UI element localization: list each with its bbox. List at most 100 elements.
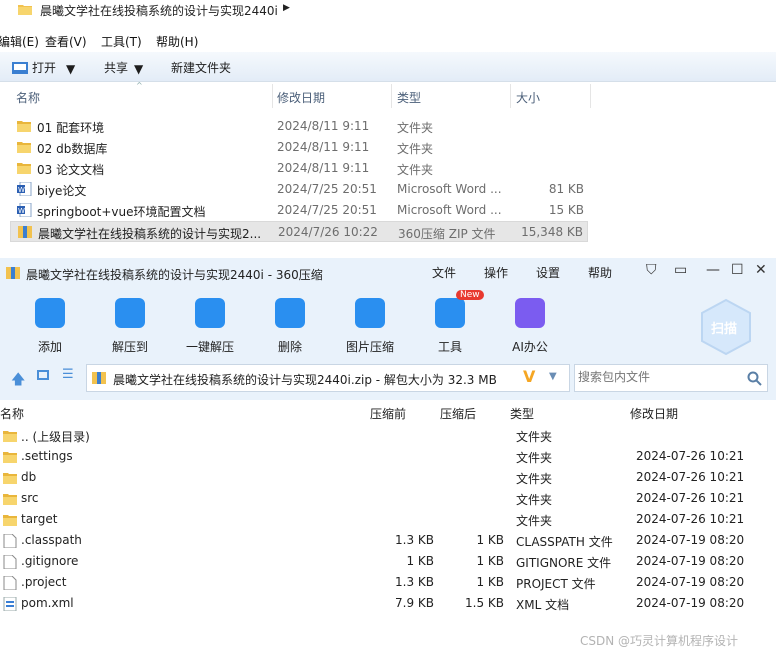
- zip-column-before[interactable]: 压缩前: [370, 405, 406, 422]
- column-date[interactable]: 修改日期: [277, 89, 325, 106]
- zip-entry-row[interactable]: src 文件夹 2024-07-26 10:21: [0, 488, 776, 509]
- entry-type: 文件夹: [516, 430, 553, 444]
- file-date: 2024/7/25 20:51: [277, 203, 377, 217]
- entry-type: GITIGNORE 文件: [516, 556, 612, 570]
- zip-entry-row[interactable]: .settings 文件夹 2024-07-26 10:21: [0, 446, 776, 467]
- file-name: 03 论文文档: [37, 163, 105, 177]
- entry-name: .project: [21, 575, 67, 589]
- add-icon: [35, 298, 65, 328]
- tool-button[interactable]: AI办公: [495, 298, 565, 355]
- tool-label: 一键解压: [185, 340, 234, 354]
- menu-tools[interactable]: 工具(T): [101, 33, 142, 50]
- explorer-toolbar: 打开 ▼ 共享 ▼ 新建文件夹: [0, 52, 776, 82]
- folder-icon: [3, 431, 17, 442]
- menu-edit[interactable]: 编辑(E): [0, 33, 39, 50]
- skin-icon[interactable]: ⛉: [646, 262, 657, 278]
- open-icon: [12, 62, 28, 74]
- up-arrow-icon[interactable]: 🡅: [11, 369, 25, 393]
- entry-type: 文件夹: [516, 514, 553, 528]
- open-button[interactable]: 打开: [32, 59, 56, 76]
- maximize-icon[interactable]: ☐: [731, 262, 744, 278]
- file-row[interactable]: Wbiye论文 2024/7/25 20:51 Microsoft Word ...…: [10, 179, 588, 200]
- file-date: 2024/7/25 20:51: [277, 182, 377, 196]
- file-row[interactable]: Wspringboot+vue环境配置文档 2024/7/25 20:51 Micr…: [10, 200, 588, 221]
- extract-to-icon: [115, 298, 145, 328]
- share-dropdown-icon[interactable]: ▼: [134, 62, 143, 76]
- zip-entry-row[interactable]: .. (上级目录) 文件夹: [0, 425, 776, 446]
- file-name: 01 配套环境: [37, 121, 105, 135]
- file-icon: [3, 555, 17, 569]
- archive-search-box[interactable]: [574, 364, 768, 392]
- xml-file-icon: [3, 597, 17, 611]
- thumbnail-view-icon[interactable]: [37, 370, 49, 380]
- zip-entry-row[interactable]: .project 1.3 KB 1 KB PROJECT 文件 2024-07-19 0…: [0, 572, 776, 593]
- tool-button[interactable]: 图片压缩: [335, 298, 405, 355]
- file-row[interactable]: 晨曦文学社在线投稿系统的设计与实现2... 2024/7/26 10:22 360压…: [10, 221, 588, 242]
- entry-size-after: 1 KB: [476, 575, 504, 589]
- feedback-icon[interactable]: ▭: [674, 262, 687, 278]
- breadcrumb-chevron-icon[interactable]: ▶: [283, 3, 290, 13]
- folder-icon: [3, 494, 17, 505]
- zip-column-name[interactable]: 名称: [0, 405, 24, 422]
- file-name: biye论文: [37, 184, 87, 198]
- archive-path-field[interactable]: 晨曦文学社在线投稿系统的设计与实现2440i.zip - 解包大小为 32.3 …: [86, 364, 570, 392]
- entry-name: pom.xml: [21, 596, 74, 610]
- folder-icon: [17, 142, 31, 153]
- tool-button[interactable]: 解压到: [95, 298, 165, 355]
- entry-size-after: 1 KB: [476, 554, 504, 568]
- tool-button[interactable]: New 工具: [415, 290, 485, 355]
- zip-column-after[interactable]: 压缩后: [440, 405, 476, 422]
- zip-menu-settings[interactable]: 设置: [536, 264, 560, 281]
- zip-entry-row[interactable]: target 文件夹 2024-07-26 10:21: [0, 509, 776, 530]
- column-size[interactable]: 大小: [516, 89, 540, 106]
- entry-date: 2024-07-19 08:20: [636, 596, 745, 610]
- entry-size-before: 1.3 KB: [395, 533, 434, 547]
- zip-entry-row[interactable]: .gitignore 1 KB 1 KB GITIGNORE 文件 2024-07-19…: [0, 551, 776, 572]
- tool-label: 工具: [437, 340, 462, 354]
- open-dropdown-icon[interactable]: ▼: [66, 62, 75, 76]
- entry-date: 2024-07-26 10:21: [636, 491, 745, 505]
- entry-type: CLASSPATH 文件: [516, 535, 613, 549]
- close-icon[interactable]: ✕: [755, 262, 767, 278]
- tool-button[interactable]: 添加: [15, 298, 85, 355]
- file-name: 02 db数据库: [37, 142, 108, 156]
- file-date: 2024/8/11 9:11: [277, 161, 370, 175]
- entry-name: .classpath: [21, 533, 82, 547]
- zip-entry-row[interactable]: pom.xml 7.9 KB 1.5 KB XML 文档 2024-07-19 08:2…: [0, 593, 776, 614]
- breadcrumb[interactable]: 晨曦文学社在线投稿系统的设计与实现2440i: [40, 2, 278, 19]
- zip-column-type[interactable]: 类型: [510, 405, 534, 422]
- tool-button[interactable]: 删除: [255, 298, 325, 355]
- menu-view[interactable]: 查看(V): [45, 33, 87, 50]
- entry-type: 文件夹: [516, 472, 553, 486]
- folder-icon: [3, 452, 17, 463]
- v-badge-icon[interactable]: V: [523, 367, 535, 386]
- tool-button[interactable]: 一键解压: [175, 298, 245, 355]
- search-icon[interactable]: [747, 371, 762, 386]
- archive-search-input[interactable]: [578, 370, 738, 384]
- file-row[interactable]: 03 论文文档 2024/8/11 9:11 文件夹: [10, 158, 588, 179]
- entry-type: PROJECT 文件: [516, 577, 596, 591]
- column-type[interactable]: 类型: [397, 89, 421, 106]
- column-name[interactable]: 名称: [16, 89, 40, 106]
- zip-menu-action[interactable]: 操作: [484, 264, 508, 281]
- entry-name: src: [21, 491, 39, 505]
- new-folder-button[interactable]: 新建文件夹: [171, 59, 231, 76]
- path-dropdown-icon[interactable]: ▼: [549, 371, 557, 382]
- zip-menu-file[interactable]: 文件: [432, 264, 456, 281]
- scan-button[interactable]: 扫描: [700, 298, 752, 356]
- zip-menu-help[interactable]: 帮助: [588, 264, 612, 281]
- zip-entry-row[interactable]: .classpath 1.3 KB 1 KB CLASSPATH 文件 2024-07-…: [0, 530, 776, 551]
- zip-entry-row[interactable]: db 文件夹 2024-07-26 10:21: [0, 467, 776, 488]
- folder-icon: [17, 121, 31, 132]
- file-name: 晨曦文学社在线投稿系统的设计与实现2...: [38, 227, 262, 241]
- zip-column-date[interactable]: 修改日期: [630, 405, 678, 422]
- tool-label: 添加: [37, 340, 62, 354]
- share-button[interactable]: 共享: [104, 59, 128, 76]
- list-view-icon[interactable]: ☰: [62, 367, 74, 382]
- minimize-icon[interactable]: —: [706, 262, 720, 278]
- file-row[interactable]: 02 db数据库 2024/8/11 9:11 文件夹: [10, 137, 588, 158]
- entry-date: 2024-07-26 10:21: [636, 512, 745, 526]
- file-row[interactable]: 01 配套环境 2024/8/11 9:11 文件夹: [10, 116, 588, 137]
- entry-date: 2024-07-26 10:21: [636, 449, 745, 463]
- menu-help[interactable]: 帮助(H): [156, 33, 198, 50]
